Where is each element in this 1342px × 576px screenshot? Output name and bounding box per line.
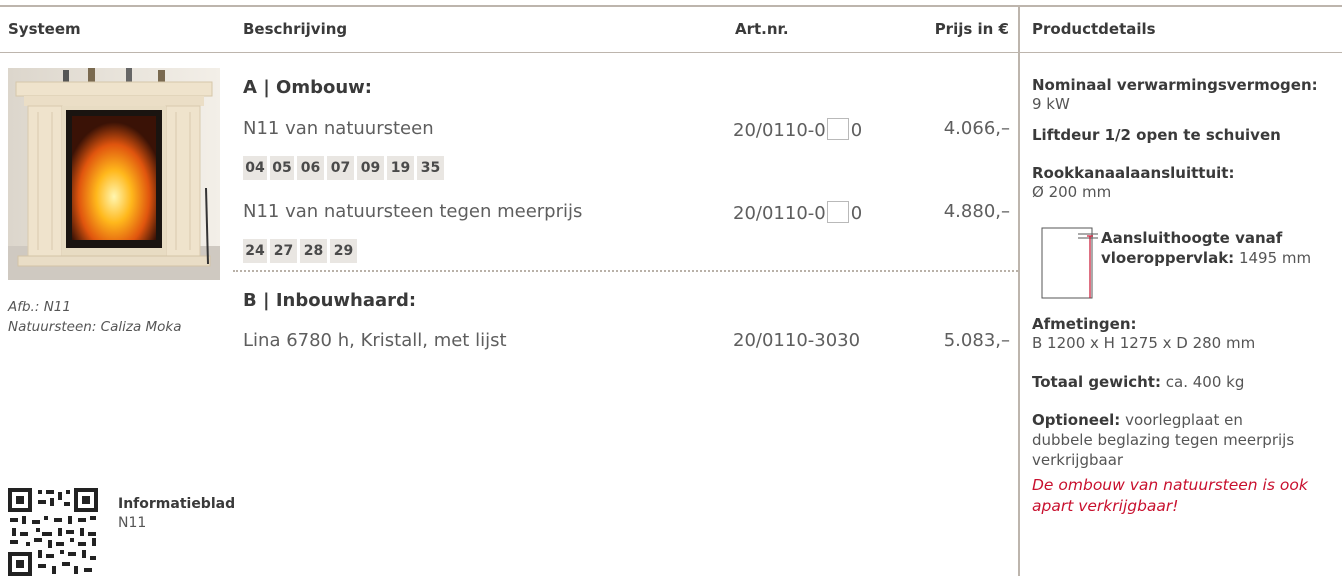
row-b1-price: 5.083,–: [943, 330, 1010, 351]
row-a1-description: N11 van natuursteen: [243, 118, 434, 139]
optional-line-2: dubbele beglazing tegen meerprijs: [1032, 431, 1295, 449]
color-tag: 24: [243, 239, 267, 263]
row-a1-price: 4.066,–: [943, 118, 1010, 139]
color-tag: 09: [357, 156, 384, 180]
row-a1-art-suffix: 0: [850, 120, 863, 141]
header-prijs: Prijs in €: [934, 20, 1009, 38]
weight-value: ca. 400 kg: [1165, 373, 1245, 391]
header-systeem: Systeem: [8, 20, 81, 38]
row-a2-art-prefix: 20/0110-0: [733, 203, 826, 224]
weight-label: Totaal gewicht:: [1032, 373, 1161, 391]
dims-value: B 1200 x H 1275 x D 280 mm: [1032, 334, 1256, 352]
color-tag: 05: [270, 156, 294, 180]
column-divider: [1018, 5, 1020, 576]
height-value: 1495 mm: [1238, 249, 1312, 267]
header-rule: [0, 52, 1342, 53]
connection-height-diagram: [1040, 224, 1100, 300]
detail-door: Liftdeur 1/2 open te schuiven: [1032, 126, 1281, 144]
qr-code[interactable]: [8, 488, 98, 576]
section-separator: [233, 270, 1018, 272]
color-tag: 04: [243, 156, 267, 180]
power-value: 9 kW: [1032, 95, 1070, 113]
row-a1-artnr: 20/0110-0 0: [733, 118, 862, 141]
note-line-1: De ombouw van natuursteen is ook: [1032, 476, 1308, 494]
flue-value: Ø 200 mm: [1032, 183, 1112, 201]
top-rule: [0, 5, 1342, 7]
row-a2-artnr: 20/0110-0 0: [733, 201, 862, 224]
row-b1-artnr: 20/0110-3030: [733, 330, 861, 351]
row-a2-price: 4.880,–: [943, 201, 1010, 222]
detail-dims: Afmetingen: B 1200 x H 1275 x D 280 mm: [1032, 315, 1255, 353]
optional-line-3: verkrijgbaar: [1032, 451, 1124, 469]
color-tags-1: 04 05 06 07 09 19 35: [243, 156, 503, 180]
detail-weight: Totaal gewicht: ca. 400 kg: [1032, 373, 1244, 391]
detail-flue: Rookkanaalaansluittuit: Ø 200 mm: [1032, 164, 1234, 202]
header-productdetails: Productdetails: [1032, 20, 1156, 38]
row-b1-description: Lina 6780 h, Kristall, met lijst: [243, 330, 507, 351]
height-label-1: Aansluithoogte vanaf: [1101, 229, 1283, 247]
caption-line-2: Natuursteen: Caliza Moka: [8, 319, 182, 335]
caption-line-1: Afb.: N11: [8, 299, 71, 315]
header-beschrijving: Beschrijving: [243, 20, 348, 38]
info-subtitle: N11: [118, 515, 147, 531]
detail-optional: Optioneel: voorlegplaat en dubbele begla…: [1032, 410, 1294, 470]
color-tag: 06: [297, 156, 324, 180]
color-tag: 07: [327, 156, 354, 180]
optional-line-1: voorlegplaat en: [1125, 411, 1243, 429]
color-tag: 35: [417, 156, 444, 180]
header-artnr: Art.nr.: [735, 20, 789, 38]
color-tag: 27: [270, 239, 297, 263]
color-tag: 29: [330, 239, 357, 263]
color-tag: 28: [300, 239, 327, 263]
door-label: Liftdeur 1/2 open te schuiven: [1032, 126, 1281, 144]
info-block: Informatieblad N11: [118, 495, 235, 533]
height-label-2: vloeroppervlak:: [1101, 249, 1235, 267]
optional-label: Optioneel:: [1032, 411, 1121, 429]
note-line-2: apart verkrijgbaar!: [1032, 497, 1179, 515]
row-a1-art-prefix: 20/0110-0: [733, 120, 826, 141]
section-a-title: A | Ombouw:: [243, 77, 372, 98]
flue-label: Rookkanaalaansluittuit:: [1032, 164, 1235, 182]
art-variant-box: [826, 201, 849, 223]
info-title: Informatieblad: [118, 496, 236, 512]
detail-height: Aansluithoogte vanaf vloeroppervlak: 149…: [1101, 228, 1311, 268]
power-label: Nominaal verwarmingsvermogen:: [1032, 76, 1318, 94]
color-tag: 19: [387, 156, 414, 180]
row-a2-description: N11 van natuursteen tegen meerprijs: [243, 201, 583, 222]
color-tags-2: 24 27 28 29: [243, 239, 383, 263]
row-a2-art-suffix: 0: [850, 203, 863, 224]
separate-availability-note: De ombouw van natuursteen is ook apart v…: [1032, 475, 1308, 517]
image-caption: Afb.: N11 Natuursteen: Caliza Moka: [8, 297, 182, 337]
detail-power: Nominaal verwarmingsvermogen: 9 kW: [1032, 76, 1318, 114]
fireplace-image: [8, 68, 220, 280]
section-b-title: B | Inbouwhaard:: [243, 290, 417, 311]
art-variant-box: [826, 118, 849, 140]
dims-label: Afmetingen:: [1032, 315, 1137, 333]
